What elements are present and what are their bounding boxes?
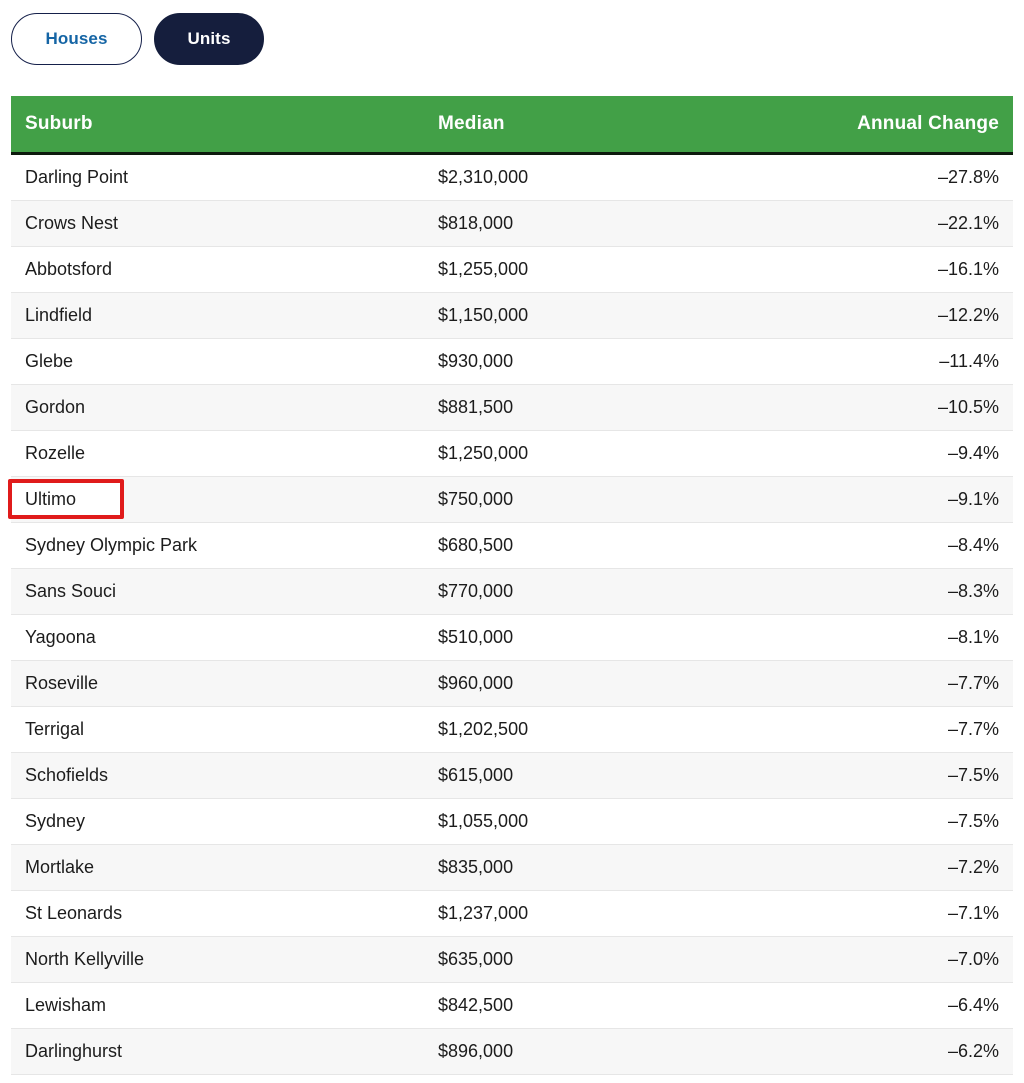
tab-units[interactable]: Units	[154, 12, 264, 65]
cell-annual-change: –7.2%	[832, 844, 1013, 891]
cell-annual-change: –7.5%	[832, 752, 1013, 799]
tab-houses[interactable]: Houses	[11, 12, 142, 65]
cell-annual-change: –8.1%	[832, 614, 1013, 661]
cell-annual-change: –9.1%	[832, 476, 1013, 523]
cell-suburb: Sydney	[11, 798, 424, 845]
column-header-suburb[interactable]: Suburb	[11, 96, 424, 155]
table-row[interactable]: Sydney $1,055,000 –7.5%	[11, 798, 1013, 845]
cell-median: $896,000	[424, 1028, 832, 1075]
table-row[interactable]: Roseville $960,000 –7.7%	[11, 660, 1013, 707]
table-row[interactable]: Glebe $930,000 –11.4%	[11, 338, 1013, 385]
cell-median: $2,310,000	[424, 153, 832, 201]
cell-median: $881,500	[424, 384, 832, 431]
cell-suburb: Schofields	[11, 752, 424, 799]
table-row[interactable]: Darling Point $2,310,000 –27.8%	[11, 153, 1013, 201]
cell-median: $510,000	[424, 614, 832, 661]
cell-median: $835,000	[424, 844, 832, 891]
cell-suburb: Sans Souci	[11, 568, 424, 615]
table-row[interactable]: Terrigal $1,202,500 –7.7%	[11, 706, 1013, 753]
cell-suburb: Rozelle	[11, 430, 424, 477]
table-row[interactable]: Lewisham $842,500 –6.4%	[11, 982, 1013, 1029]
cell-annual-change: –6.2%	[832, 1028, 1013, 1075]
table-row[interactable]: St Leonards $1,237,000 –7.1%	[11, 890, 1013, 937]
cell-suburb-label: Ultimo	[25, 489, 77, 509]
cell-median: $1,202,500	[424, 706, 832, 753]
cell-annual-change: –7.1%	[832, 890, 1013, 937]
cell-suburb: Roseville	[11, 660, 424, 707]
cell-suburb: Lewisham	[11, 982, 424, 1029]
property-type-tabs: Houses Units	[0, 0, 1024, 66]
cell-median: $818,000	[424, 200, 832, 247]
cell-median: $842,500	[424, 982, 832, 1029]
cell-suburb: St Leonards	[11, 890, 424, 937]
cell-annual-change: –7.5%	[832, 798, 1013, 845]
cell-annual-change: –10.5%	[832, 384, 1013, 431]
table-row[interactable]: Schofields $615,000 –7.5%	[11, 752, 1013, 799]
cell-annual-change: –8.4%	[832, 522, 1013, 569]
cell-median: $960,000	[424, 660, 832, 707]
table-row[interactable]: Sans Souci $770,000 –8.3%	[11, 568, 1013, 615]
cell-median: $770,000	[424, 568, 832, 615]
cell-suburb: North Kellyville	[11, 936, 424, 983]
cell-annual-change: –6.4%	[832, 982, 1013, 1029]
cell-median: $635,000	[424, 936, 832, 983]
cell-annual-change: –7.0%	[832, 936, 1013, 983]
cell-suburb: Glebe	[11, 338, 424, 385]
table-row[interactable]: Gordon $881,500 –10.5%	[11, 384, 1013, 431]
table-row[interactable]: Abbotsford $1,255,000 –16.1%	[11, 246, 1013, 293]
cell-annual-change: –22.1%	[832, 200, 1013, 247]
suburb-median-table: Suburb Median Annual Change Darling Poin…	[8, 96, 1013, 1075]
column-header-median[interactable]: Median	[424, 96, 832, 155]
cell-annual-change: –12.2%	[832, 292, 1013, 339]
table-row[interactable]: North Kellyville $635,000 –7.0%	[11, 936, 1013, 983]
tab-units-label: Units	[187, 28, 231, 48]
cell-suburb: Crows Nest	[11, 200, 424, 247]
cell-annual-change: –9.4%	[832, 430, 1013, 477]
table-row[interactable]: Sydney Olympic Park $680,500 –8.4%	[11, 522, 1013, 569]
cell-median: $1,250,000	[424, 430, 832, 477]
cell-suburb: Darling Point	[11, 153, 424, 201]
cell-annual-change: –7.7%	[832, 706, 1013, 753]
cell-suburb: Sydney Olympic Park	[11, 522, 424, 569]
cell-median: $615,000	[424, 752, 832, 799]
cell-median: $1,255,000	[424, 246, 832, 293]
cell-median: $1,150,000	[424, 292, 832, 339]
table-row[interactable]: Rozelle $1,250,000 –9.4%	[11, 430, 1013, 477]
cell-median: $930,000	[424, 338, 832, 385]
cell-annual-change: –11.4%	[832, 338, 1013, 385]
cell-suburb: Ultimo	[8, 476, 424, 523]
table-row[interactable]: Crows Nest $818,000 –22.1%	[11, 200, 1013, 247]
cell-suburb: Gordon	[11, 384, 424, 431]
table-row[interactable]: Yagoona $510,000 –8.1%	[11, 614, 1013, 661]
cell-median: $680,500	[424, 522, 832, 569]
table-header-row: Suburb Median Annual Change	[11, 96, 1013, 155]
cell-annual-change: –27.8%	[832, 153, 1013, 201]
table-header: Suburb Median Annual Change	[11, 96, 1013, 155]
cell-suburb: Abbotsford	[11, 246, 424, 293]
cell-median: $750,000	[424, 476, 832, 523]
table-row[interactable]: Mortlake $835,000 –7.2%	[11, 844, 1013, 891]
cell-annual-change: –16.1%	[832, 246, 1013, 293]
table-row[interactable]: Ultimo $750,000 –9.1%	[8, 476, 1013, 523]
column-header-annual-change[interactable]: Annual Change	[832, 96, 1013, 155]
cell-suburb: Terrigal	[11, 706, 424, 753]
cell-median: $1,237,000	[424, 890, 832, 937]
cell-annual-change: –7.7%	[832, 660, 1013, 707]
cell-suburb: Lindfield	[11, 292, 424, 339]
suburb-median-table-container: Suburb Median Annual Change Darling Poin…	[8, 96, 1013, 1075]
table-row[interactable]: Lindfield $1,150,000 –12.2%	[11, 292, 1013, 339]
cell-median: $1,055,000	[424, 798, 832, 845]
tab-houses-label: Houses	[45, 28, 108, 48]
cell-suburb: Yagoona	[11, 614, 424, 661]
cell-suburb: Mortlake	[11, 844, 424, 891]
cell-suburb: Darlinghurst	[11, 1028, 424, 1075]
table-body: Darling Point $2,310,000 –27.8% Crows Nest $…	[8, 153, 1013, 1075]
cell-annual-change: –8.3%	[832, 568, 1013, 615]
table-row[interactable]: Darlinghurst $896,000 –6.2%	[11, 1028, 1013, 1075]
